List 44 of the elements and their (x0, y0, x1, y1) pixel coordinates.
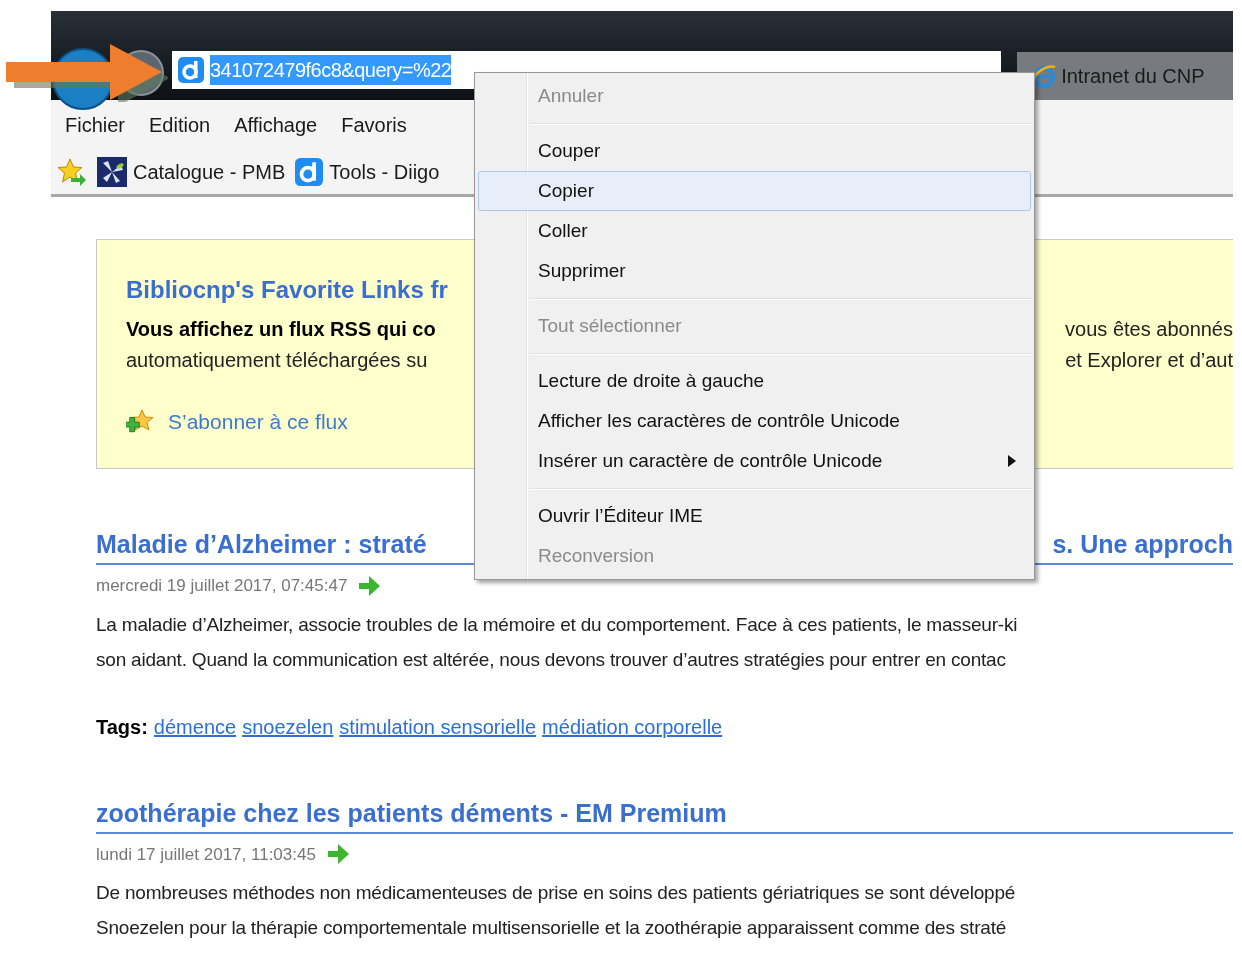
feed-title: Bibliocnp's Favorite Links fr (126, 275, 448, 305)
menu-item[interactable]: Coller (478, 211, 1031, 251)
ie-icon (1031, 63, 1058, 89)
browser-tab[interactable]: Intranet du CNP (1017, 52, 1233, 100)
menu-bar-item[interactable]: Affichage (234, 110, 318, 140)
feed-description-line: vous êtes abonnés (1065, 317, 1233, 342)
menu-item[interactable]: Copier (478, 171, 1031, 211)
url-text: 341072479f6c8&query=%22 (209, 55, 452, 85)
article-title-link[interactable]: zoothérapie chez les patients déments - EM Premium (96, 795, 727, 830)
menu-item[interactable]: Lecture de droite à gauche (478, 361, 1031, 401)
menu-bar-item[interactable]: Fichier (65, 110, 125, 140)
favorites-star-icon[interactable] (57, 158, 87, 186)
tag-link[interactable]: démence (153, 711, 237, 742)
menu-item[interactable]: Insérer un caractère de contrôle Unicode (478, 441, 1031, 481)
menu-item[interactable]: Ouvrir l’Éditeur IME (478, 496, 1031, 536)
tab-title: Intranet du CNP (1061, 64, 1205, 89)
feed-description-line: Vous affichez un flux RSS qui co (126, 317, 437, 342)
tag-link[interactable]: snoezelen (242, 711, 334, 742)
feed-description-line: et Explorer et d’aut (1065, 348, 1233, 373)
subscribe-icon (126, 408, 154, 435)
arrow-right-icon[interactable] (357, 574, 382, 597)
subscribe-link[interactable]: S’abonner à ce flux (168, 406, 348, 438)
article-date: mercredi 19 juillet 2017, 07:45:47 (96, 575, 348, 597)
menu-bar-item[interactable]: Edition (149, 110, 211, 140)
menu-item[interactable]: Supprimer (478, 251, 1031, 291)
favorite-link[interactable]: Catalogue - PMB (133, 157, 286, 187)
tags-label: Tags: (96, 714, 148, 740)
tag-link[interactable]: médiation corporelle (542, 711, 723, 742)
article-date: lundi 17 juillet 2017, 11:03:45 (96, 843, 316, 866)
pinwheel-icon (97, 157, 127, 187)
submenu-arrow-icon (1008, 455, 1016, 467)
article-title-link[interactable]: s. Une approch (1052, 527, 1233, 561)
favorite-link[interactable]: Tools - Diigo (329, 157, 440, 187)
arrow-right-icon[interactable] (325, 843, 350, 866)
article-summary: La maladie d’Alzheimer, associe troubles de la mémoire et du comportement. Face à ces patients, le masseur-ki son aidant. Quand la communication est altérée, nous devons trouver d’autres stratégies pour entrer en contac (96, 612, 1019, 672)
article-title-link[interactable]: Maladie d’Alzheimer : straté (96, 527, 427, 561)
diigo-icon (295, 158, 324, 186)
diigo-icon (177, 57, 204, 83)
menu-item[interactable]: Couper (478, 131, 1031, 171)
tag-link[interactable]: stimulation sensorielle (339, 711, 537, 742)
article-summary: De nombreuses méthodes non médicamenteuses de prise en soins des patients gériatriques se sont développé Snoezelen pour la thérapie comportementale multisensorielle et la zoothérapie apparaissent comme des straté (96, 881, 1017, 940)
menu-item[interactable]: Afficher les caractères de contrôle Unicode (478, 401, 1031, 441)
menu-bar-item[interactable]: Favoris (341, 110, 407, 140)
feed-description-line: automatiquement téléchargées su (126, 348, 429, 373)
